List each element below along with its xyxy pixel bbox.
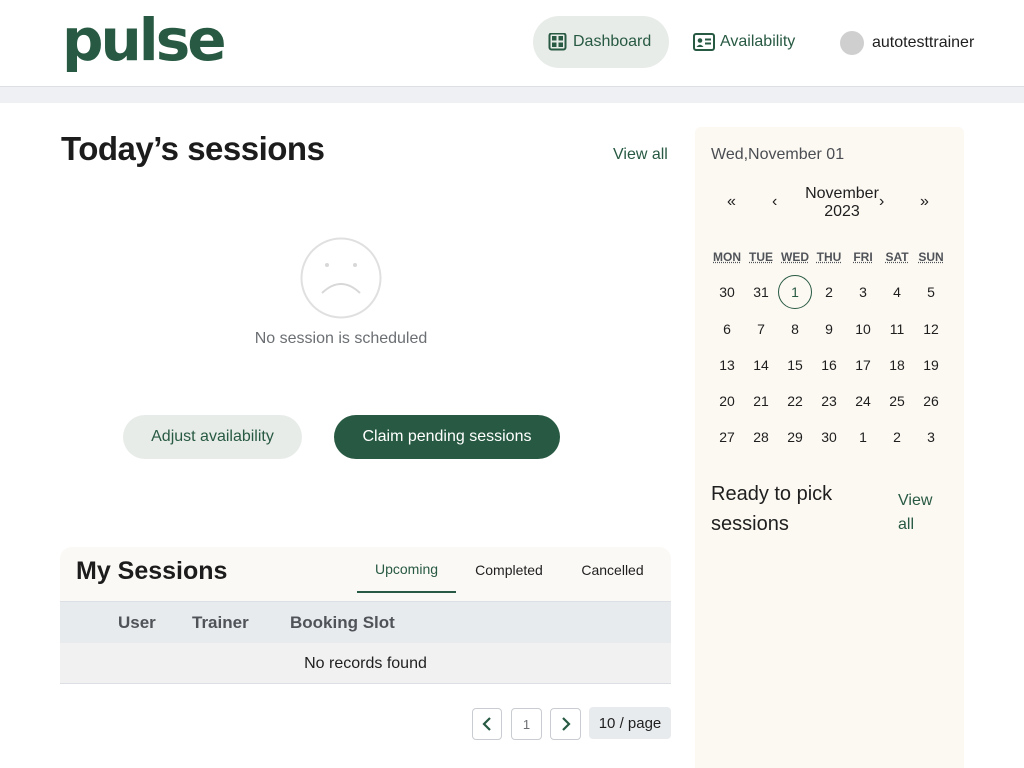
calendar-day[interactable]: 12: [914, 312, 948, 346]
weekday-wed: WED: [781, 250, 809, 264]
calendar-year: 2023: [824, 203, 860, 220]
calendar-day[interactable]: 31: [744, 275, 778, 309]
calendar-day[interactable]: 3: [914, 420, 948, 454]
claim-pending-sessions-button[interactable]: Claim pending sessions: [334, 415, 560, 459]
calendar-day[interactable]: 1: [846, 420, 880, 454]
calendar-day[interactable]: 15: [778, 348, 812, 382]
adjust-availability-button[interactable]: Adjust availability: [123, 415, 302, 459]
page-size-select[interactable]: 10 / page: [589, 707, 671, 739]
page-number-1[interactable]: 1: [511, 708, 542, 740]
sessions-table-header: User Trainer Booking Slot: [60, 601, 671, 643]
prev-year-button[interactable]: «: [727, 193, 736, 211]
calendar-day[interactable]: 19: [914, 348, 948, 382]
weekday-tue: TUE: [749, 250, 773, 264]
prev-month-button[interactable]: ‹: [772, 193, 777, 211]
calendar-day[interactable]: 3: [846, 275, 880, 309]
calendar-day[interactable]: 5: [914, 275, 948, 309]
calendar-day[interactable]: 22: [778, 384, 812, 418]
calendar-day[interactable]: 1: [778, 275, 812, 309]
no-session-message: No session is scheduled: [254, 330, 428, 347]
calendar-day[interactable]: 24: [846, 384, 880, 418]
previous-page-button[interactable]: [472, 708, 502, 740]
next-month-button[interactable]: ›: [879, 193, 884, 211]
avatar: [840, 31, 864, 55]
sad-face-icon: [300, 237, 382, 319]
tab-upcoming[interactable]: Upcoming: [357, 547, 456, 593]
calendar-day[interactable]: 20: [710, 384, 744, 418]
page-title: Today’s sessions: [61, 130, 325, 167]
calendar-day[interactable]: 25: [880, 384, 914, 418]
column-header-booking-slot[interactable]: Booking Slot: [290, 613, 395, 633]
next-year-button[interactable]: »: [920, 193, 929, 211]
calendar-day[interactable]: 13: [710, 348, 744, 382]
calendar-month-year[interactable]: November 2023: [796, 185, 888, 221]
weekday-fri: FRI: [853, 250, 873, 264]
calendar-day[interactable]: 21: [744, 384, 778, 418]
calendar-panel: Wed,November 01 « ‹ November 2023 › » MO…: [695, 127, 964, 768]
weekday-mon: MON: [713, 250, 741, 264]
calendar-day[interactable]: 18: [880, 348, 914, 382]
nav-availability-label: Availability: [720, 33, 796, 50]
id-card-icon: [693, 33, 715, 51]
no-records-message: No records found: [60, 643, 671, 684]
calendar-day[interactable]: 2: [812, 275, 846, 309]
header-divider-band: [0, 87, 1024, 103]
weekday-sat: SAT: [885, 250, 909, 264]
chevron-left-icon: [482, 717, 491, 731]
column-header-user[interactable]: User: [118, 613, 156, 633]
top-header: pulse Dashboard Availability autotesttra…: [0, 0, 1024, 87]
calendar-day[interactable]: 29: [778, 420, 812, 454]
today-view-all-link[interactable]: View all: [613, 146, 668, 164]
calendar-month: November: [805, 185, 879, 202]
weekday-sun: SUN: [918, 250, 944, 264]
tab-completed[interactable]: Completed: [464, 547, 554, 593]
calendar-day[interactable]: 30: [812, 420, 846, 454]
user-menu[interactable]: autotesttrainer: [840, 30, 974, 56]
calendar-day[interactable]: 27: [710, 420, 744, 454]
calendar-day[interactable]: 8: [778, 312, 812, 346]
nav-dashboard[interactable]: Dashboard: [533, 16, 669, 68]
calendar-day[interactable]: 6: [710, 312, 744, 346]
calendar-day[interactable]: 17: [846, 348, 880, 382]
calendar-day[interactable]: 10: [846, 312, 880, 346]
calendar-day[interactable]: 9: [812, 312, 846, 346]
tab-cancelled[interactable]: Cancelled: [570, 547, 655, 593]
my-sessions-title: My Sessions: [76, 557, 228, 585]
column-header-trainer[interactable]: Trainer: [192, 613, 249, 633]
selected-date-label: Wed,November 01: [711, 146, 845, 163]
calendar-day[interactable]: 4: [880, 275, 914, 309]
pulse-logo[interactable]: pulse: [62, 4, 227, 76]
next-page-button[interactable]: [550, 708, 581, 740]
chevron-right-icon: [561, 717, 571, 731]
calendar-day[interactable]: 7: [744, 312, 778, 346]
nav-dashboard-label: Dashboard: [573, 33, 652, 50]
calendar-day[interactable]: 28: [744, 420, 778, 454]
ready-view-all-link[interactable]: View all: [898, 489, 946, 537]
calendar-day[interactable]: 11: [880, 312, 914, 346]
nav-availability[interactable]: Availability: [693, 16, 813, 68]
calendar-day[interactable]: 16: [812, 348, 846, 382]
calendar-day[interactable]: 30: [710, 275, 744, 309]
calendar-day[interactable]: 26: [914, 384, 948, 418]
calendar-day[interactable]: 23: [812, 384, 846, 418]
my-sessions-header: My Sessions Upcoming Completed Cancelled: [60, 547, 671, 601]
calendar-day[interactable]: 2: [880, 420, 914, 454]
calendar-day[interactable]: 14: [744, 348, 778, 382]
dashboard-grid-icon: [548, 33, 567, 51]
username: autotesttrainer: [872, 34, 975, 51]
my-sessions-card: My Sessions Upcoming Completed Cancelled…: [60, 547, 671, 684]
weekday-thu: THU: [816, 250, 842, 264]
ready-to-pick-title: Ready to pick sessions: [711, 483, 833, 535]
